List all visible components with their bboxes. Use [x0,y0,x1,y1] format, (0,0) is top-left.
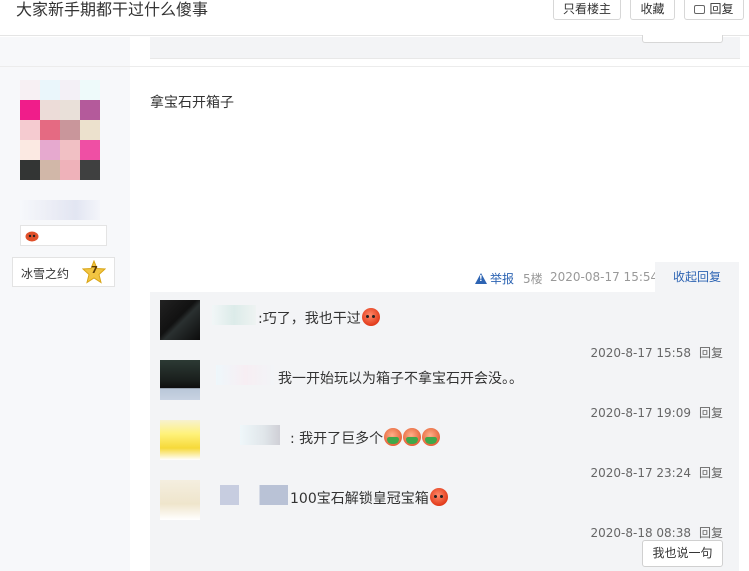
vomit-emoji-icon [422,428,441,446]
avatar-pixel [80,120,100,140]
avatar-pixel [20,100,40,120]
level-badge[interactable]: 冰雪之约 7 [12,257,115,287]
reply-meta: 2020-8-17 19:09 回复 [590,404,723,421]
avatar-pixel [60,100,80,120]
previous-say-button[interactable] [642,35,723,43]
reply-button-label: 回复 [709,2,734,16]
reply-username[interactable] [212,305,256,325]
thread-header: 大家新手期都干过什么傻事 只看楼主 收藏 回复 [0,0,749,36]
vomit-emoji-icon [403,428,422,446]
avatar-pixel [60,160,80,180]
reply-date: 2020-8-18 08:38 [590,526,691,540]
list-item: : 我开了巨多个 2020-8-17 23:24 回复 [150,420,739,480]
reply-text: 100宝石解锁皇冠宝箱 [290,488,448,508]
reply-link[interactable]: 回复 [699,466,723,480]
reply-meta: 2020-8-18 08:38 回复 [590,524,723,541]
reply-text: : 我开了巨多个 [290,428,441,448]
reply-avatar[interactable] [160,360,200,400]
reply-date: 2020-8-17 19:09 [590,406,691,420]
list-item: :巧了，我也干过 2020-8-17 15:58 回复 [150,300,739,360]
emoji-badge-icon [25,231,39,242]
previous-post-tail [150,35,740,59]
reply-text: :巧了，我也干过 [258,308,380,328]
avatar-pixel [80,160,100,180]
tomato-emoji-icon [361,308,380,326]
thread-title: 大家新手期都干过什么傻事 [16,0,209,19]
reply-meta: 2020-8-17 15:58 回复 [590,344,723,361]
say-something-button[interactable]: 我也说一句 [642,540,723,567]
level-name: 冰雪之约 [21,267,70,281]
avatar-pixel [60,120,80,140]
divider [0,66,749,67]
only-op-button[interactable]: 只看楼主 [553,0,621,20]
reply-username[interactable] [220,485,288,505]
avatar-pixel [40,100,60,120]
reply-meta: 2020-8-17 23:24 回复 [590,464,723,481]
avatar-pixel [60,140,80,160]
level-number: 7 [91,265,98,276]
avatar-pixel [40,160,60,180]
report-link[interactable]: 举报 [475,270,514,287]
favorite-button[interactable]: 收藏 [630,0,675,20]
avatar-pixel [80,80,100,100]
collapse-replies-button[interactable]: 收起回复 [655,262,739,292]
avatar-pixel [20,160,40,180]
avatar-pixel [80,100,100,120]
tomato-emoji-icon [429,488,448,506]
avatar-pixel [40,80,60,100]
reply-list: :巧了，我也干过 2020-8-17 15:58 回复 我一开始玩以为箱子不拿宝石… [150,292,739,571]
floor-number: 5楼 [523,272,543,286]
reply-avatar[interactable] [160,480,200,520]
reply-link[interactable]: 回复 [699,346,723,360]
reply-link[interactable]: 回复 [699,526,723,540]
avatar-pixel [60,80,80,100]
reply-button[interactable]: 回复 [684,0,744,20]
reply-avatar[interactable] [160,300,200,340]
post-content: 拿宝石开箱子 [150,95,234,111]
list-item: 我一开始玩以为箱子不拿宝石开会没。。 2020-8-17 19:09 回复 [150,360,739,420]
avatar-pixel [80,140,100,160]
reply-avatar[interactable] [160,420,200,460]
warning-icon [475,273,487,284]
reply-date: 2020-8-17 23:24 [590,466,691,480]
username[interactable] [20,200,100,220]
reply-username[interactable] [240,425,280,445]
avatar-pixel [20,120,40,140]
avatar[interactable] [20,80,100,180]
comment-icon [694,5,706,14]
reply-date: 2020-8-17 15:58 [590,346,691,360]
post-date: 2020-08-17 15:54 [550,270,659,284]
avatar-pixel [40,140,60,160]
report-label: 举报 [490,272,515,286]
list-item: 100宝石解锁皇冠宝箱 2020-8-18 08:38 回复 [150,480,739,540]
reply-link[interactable]: 回复 [699,406,723,420]
reply-username[interactable] [216,365,274,385]
vomit-emoji-icon [384,428,403,446]
avatar-pixel [20,140,40,160]
reply-text: 我一开始玩以为箱子不拿宝石开会没。。 [278,371,523,387]
avatar-pixel [20,80,40,100]
avatar-pixel [40,120,60,140]
member-badge [20,225,107,246]
